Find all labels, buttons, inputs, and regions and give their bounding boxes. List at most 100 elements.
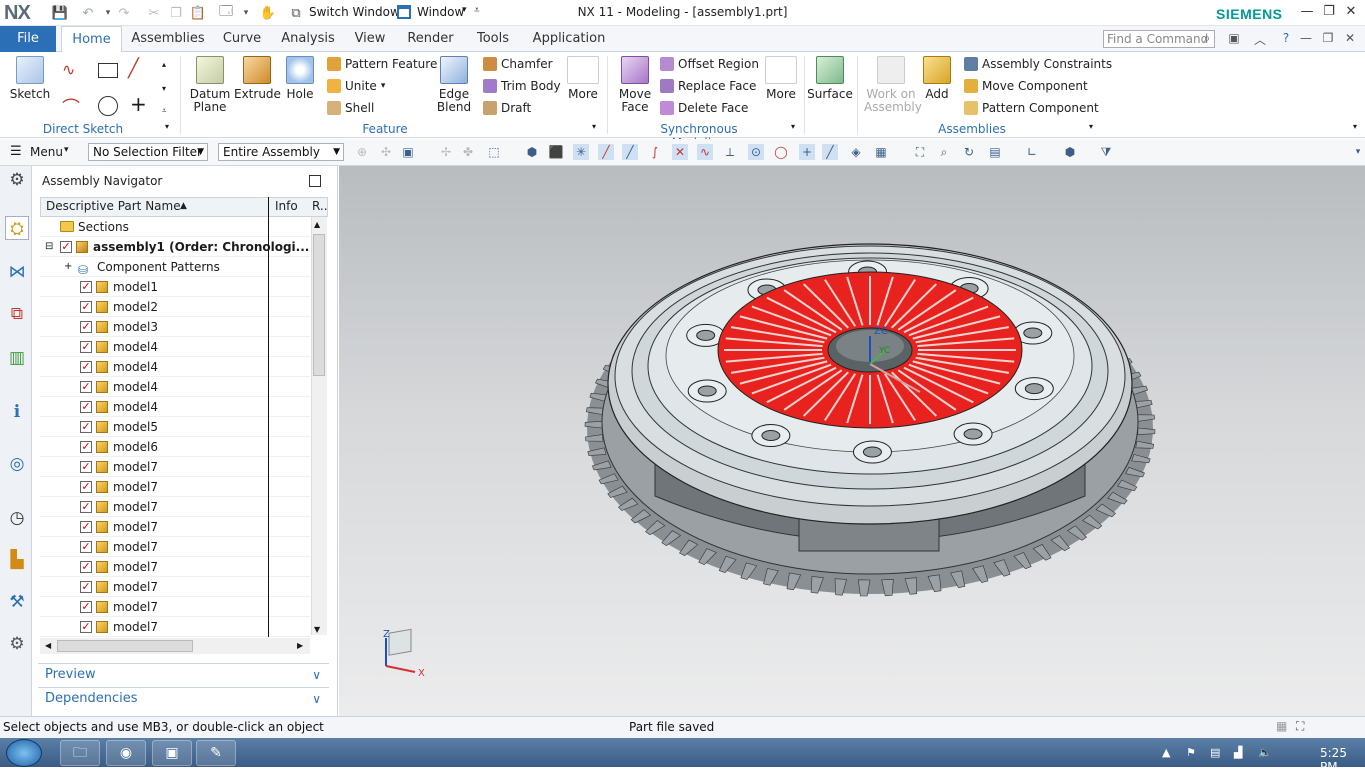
menu-dropdown-icon[interactable]: ▾ (64, 145, 69, 155)
body-select-icon[interactable]: ⬢ (524, 144, 540, 160)
device-icon[interactable]: ▤ (1210, 746, 1220, 759)
checkbox-checked[interactable]: ✓ (80, 461, 92, 473)
checkbox-checked[interactable]: ✓ (80, 481, 92, 493)
checkbox-checked[interactable]: ✓ (80, 521, 92, 533)
move-component-button[interactable]: Move Component (964, 77, 1088, 95)
checkbox-checked[interactable]: ✓ (80, 621, 92, 633)
column-descriptive-part-name[interactable]: Descriptive Part Name (46, 199, 181, 213)
navigator-row-part[interactable]: ✓ model4 (40, 357, 310, 377)
repeat-dropdown-icon[interactable]: ▾ (238, 5, 254, 21)
status-fullscreen-icon[interactable]: ⛶ (1296, 719, 1304, 734)
checkbox-checked[interactable]: ✓ (80, 541, 92, 553)
show-hidden-icons[interactable]: ▲ (1162, 746, 1170, 759)
control-point-icon[interactable]: ∫ (647, 144, 663, 160)
profile-icon[interactable]: ∿ (62, 60, 86, 82)
constraint-navigator-icon[interactable]: ⋈ (5, 260, 29, 284)
arc-icon[interactable]: ⌒ (62, 94, 80, 120)
nx-app-icon[interactable]: ▣ (152, 740, 192, 766)
assembly-navigator-icon[interactable]: ⛭ (5, 216, 29, 240)
orient-view-icon[interactable]: ▤ (987, 144, 1003, 160)
existing-point-icon[interactable]: + (799, 144, 815, 160)
save-icon[interactable]: 💾 (52, 5, 68, 21)
signal-icon[interactable]: ▟ (1234, 746, 1242, 759)
start-button[interactable] (6, 739, 42, 767)
navigator-row-part[interactable]: ✓ model7 (40, 517, 310, 537)
surface-button[interactable]: Surface (806, 56, 854, 101)
navigator-row-part[interactable]: ✓ model7 (40, 597, 310, 617)
collapse-icon[interactable]: ⊟ (45, 237, 53, 257)
work-on-assembly-button[interactable]: Work on Assembly (864, 56, 922, 114)
doc-minimize-icon[interactable]: — (1298, 31, 1314, 47)
roles-icon[interactable]: ⚙ (5, 632, 29, 656)
doc-restore-icon[interactable]: ❐ (1320, 31, 1336, 47)
sketch-gallery-down-icon[interactable]: ▾ (162, 84, 166, 93)
checkbox-checked[interactable]: ✓ (80, 441, 92, 453)
close-icon[interactable]: ✕ (1340, 4, 1362, 22)
reuse-library-icon[interactable]: ▥ (5, 346, 29, 370)
move-face-button[interactable]: Move Face (614, 56, 656, 114)
feature-more-button[interactable]: More (564, 56, 602, 101)
tab-home[interactable]: Home (61, 26, 122, 53)
navigator-row-part[interactable]: ✓ model3 (40, 317, 310, 337)
scroll-up-icon[interactable]: ▲ (314, 220, 320, 229)
navigator-row-root[interactable]: ⊟ ✓ assembly1 (Order: Chronologi... (40, 237, 310, 257)
zoom-icon[interactable]: ⌕ (936, 144, 952, 160)
navigator-row-part[interactable]: ✓ model7 (40, 617, 310, 637)
sketch-button[interactable]: Sketch (8, 56, 52, 101)
sketch-gallery-up-icon[interactable]: ▴ (162, 60, 166, 69)
fit-view-icon[interactable]: ⛶ (912, 144, 928, 160)
web-browser-icon[interactable]: ◎ (5, 452, 29, 476)
tab-application[interactable]: Application (528, 26, 610, 52)
hd3d-tools-icon[interactable]: ℹ (5, 400, 29, 424)
undo-dropdown-icon[interactable]: ▾ (100, 5, 116, 21)
column-info[interactable]: Info (275, 199, 298, 213)
checkbox-checked[interactable]: ✓ (80, 381, 92, 393)
offset-region-button[interactable]: Offset Region (660, 55, 759, 73)
graphics-window[interactable]: ZC YC Z X (339, 166, 1365, 716)
window-dropdown-icon[interactable]: ▾ (462, 5, 467, 15)
tab-file[interactable]: File (0, 26, 56, 52)
pdf-reader-icon[interactable]: ✎ (196, 740, 236, 766)
navigator-row-part[interactable]: ✓ model4 (40, 377, 310, 397)
navigator-row-folder[interactable]: Sections (40, 217, 310, 237)
point-icon[interactable]: + (130, 92, 147, 116)
rotate-icon[interactable]: ↻ (961, 144, 977, 160)
checkbox-checked[interactable]: ✓ (80, 401, 92, 413)
touch-mode-icon[interactable]: ✋ (260, 5, 276, 21)
undo-icon[interactable]: ↶ (80, 5, 96, 21)
end-point-icon[interactable]: ╱ (598, 144, 614, 160)
navigator-row-part[interactable]: ✓ model4 (40, 337, 310, 357)
checkbox-checked[interactable]: ✓ (80, 321, 92, 333)
curve-point-icon[interactable]: ∿ (697, 144, 713, 160)
navigator-row-patterns[interactable]: + ⛁ Component Patterns (40, 257, 310, 277)
render-style-icon[interactable]: ⬢ (1062, 144, 1078, 160)
taskbar-clock[interactable]: 5:25 PM (1320, 746, 1365, 774)
bounded-grid-icon[interactable]: ▦ (873, 144, 889, 160)
column-read-only[interactable]: R.. (312, 199, 328, 213)
tab-tools[interactable]: Tools (470, 26, 516, 52)
tab-curve[interactable]: Curve (218, 26, 266, 52)
copy-icon[interactable]: ❐ (168, 5, 184, 21)
network-icon[interactable]: ⚑ (1186, 746, 1196, 759)
file-explorer-icon[interactable]: 🗀 (60, 740, 100, 766)
tab-assemblies[interactable]: Assemblies (129, 26, 207, 52)
select-all-icon[interactable]: ✣ (378, 144, 394, 160)
redo-icon[interactable]: ↷ (116, 5, 132, 21)
checkbox-checked[interactable]: ✓ (80, 341, 92, 353)
direct-sketch-more-icon[interactable]: ▾ (165, 122, 169, 131)
repeat-command-icon[interactable]: 🗔 (218, 4, 234, 21)
navigator-row-part[interactable]: ✓ model7 (40, 577, 310, 597)
preview-section[interactable]: Preview ∨ (38, 663, 329, 685)
scroll-right-icon[interactable]: ▶ (297, 641, 303, 650)
mid-point-icon[interactable]: ╱ (622, 144, 638, 160)
add-component-button[interactable]: Add (920, 56, 954, 101)
arc-center-icon[interactable]: ⟂ (722, 144, 738, 160)
checkbox-checked[interactable]: ✓ (80, 601, 92, 613)
process-studio-icon[interactable]: ⚒ (5, 590, 29, 614)
scroll-left-icon[interactable]: ◀ (45, 641, 51, 650)
gear-icon[interactable]: ⚙ (5, 168, 29, 192)
ribbon-expand-icon[interactable]: ▾ (1353, 122, 1357, 131)
circle-center-icon[interactable]: ⊙ (748, 144, 764, 160)
ribbon-options-icon[interactable]: ▣ (1226, 31, 1242, 47)
datum-plane-button[interactable]: Datum Plane (188, 56, 232, 114)
